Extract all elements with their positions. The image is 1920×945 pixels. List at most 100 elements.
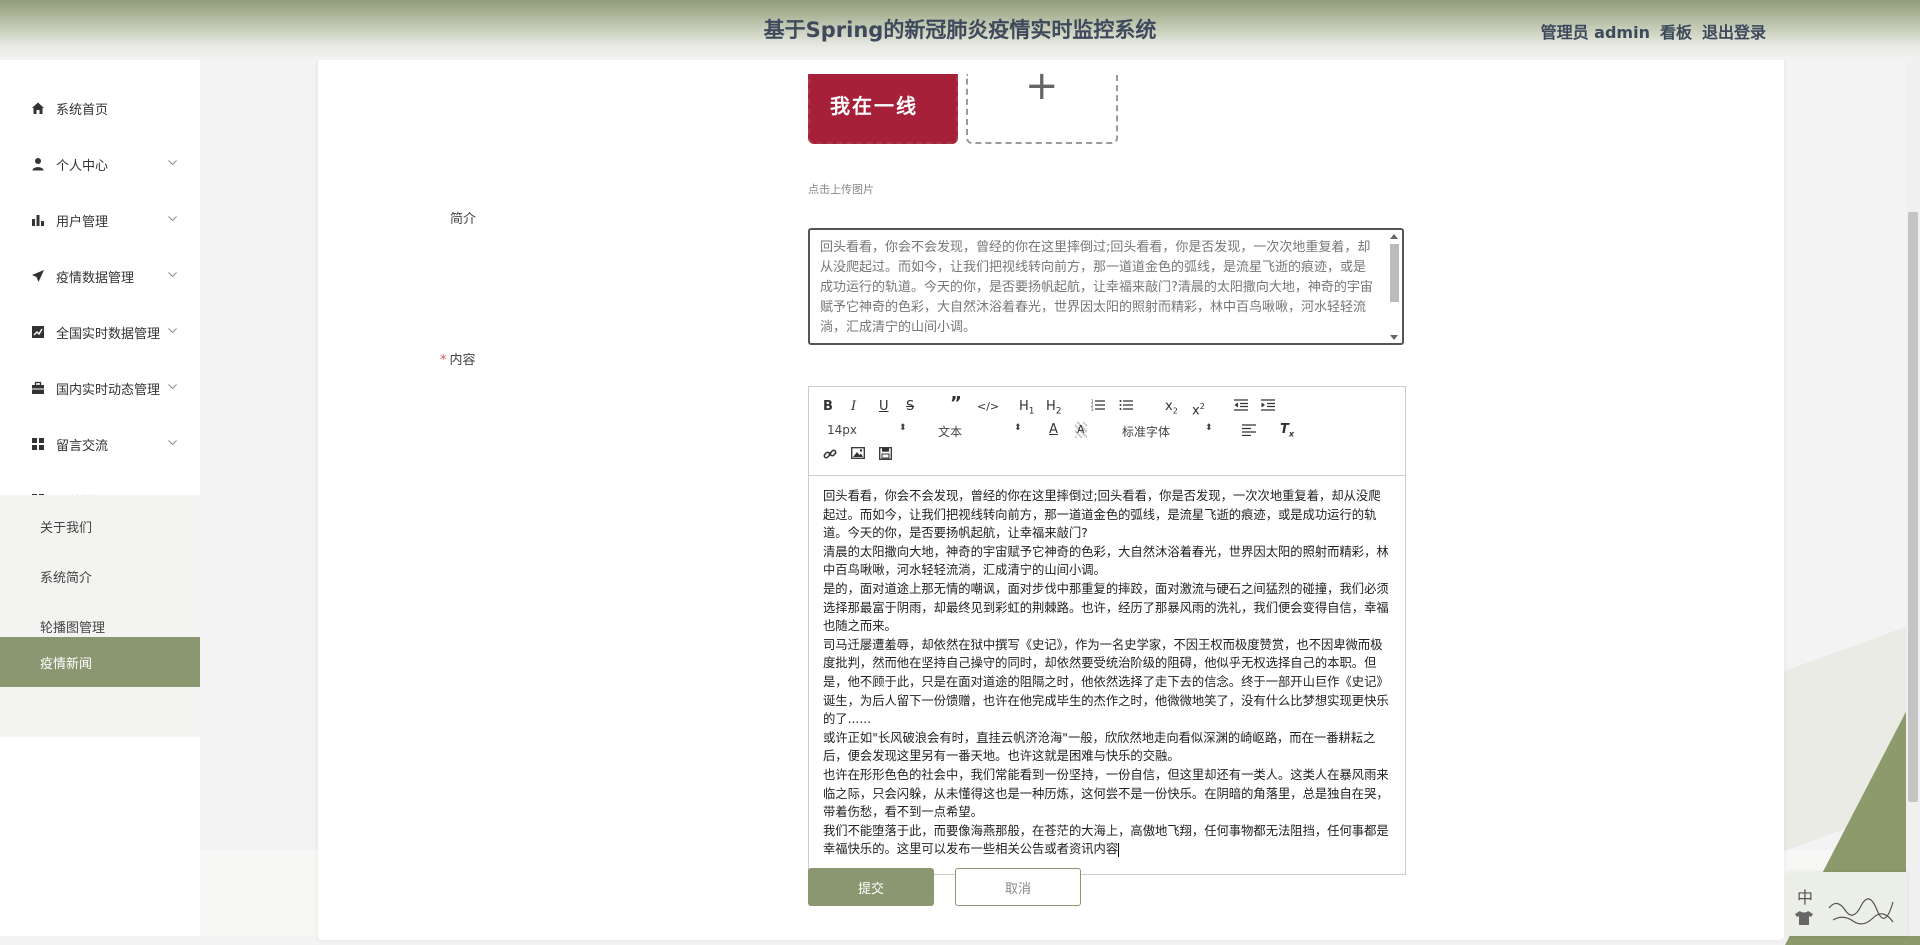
sidebar-item-label: 个人中心 — [56, 158, 109, 174]
bold-icon[interactable]: B — [823, 399, 833, 415]
text-type-select[interactable]: 文本 ⬍ — [938, 423, 1024, 440]
content-paragraph-last: 我们不能堕落于此，而要像海燕那般，在苍茫的大海上，高傲地飞翔，任何事物都无法阻挡… — [823, 822, 1391, 859]
ime-mode-indicator[interactable]: 中 — [1797, 884, 1813, 908]
sidebar-item-label: 用户管理 — [56, 214, 109, 230]
grid-icon — [30, 436, 46, 452]
chevron-down-icon — [168, 272, 177, 280]
editor-toolbar: B I U S ” </> H1 H2 123 x2 x2 14px ⬍ 文本 … — [809, 387, 1405, 476]
ordered-list-icon[interactable]: 123 — [1091, 399, 1105, 416]
user-icon — [30, 156, 46, 172]
chevron-down-icon — [168, 328, 177, 336]
top-header: 基于Spring的新冠肺炎疫情实时监控系统 管理员 admin 看板 退出登录 — [0, 0, 1920, 60]
subscript-icon[interactable]: x2 — [1165, 399, 1178, 420]
heading1-icon[interactable]: H1 — [1019, 399, 1035, 420]
sidebar-subitem-label: 关于我们 — [40, 520, 93, 536]
textarea-scrollbar[interactable] — [1388, 234, 1400, 340]
header-actions: 管理员 admin 看板 退出登录 — [1541, 19, 1766, 43]
svg-text:3: 3 — [1091, 407, 1094, 411]
bullet-list-icon[interactable] — [1119, 399, 1133, 416]
font-family-select[interactable]: 标准字体 ⬍ — [1122, 423, 1218, 440]
content-paragraph: 是的，面对道途上那无情的嘲讽，面对步伐中那重复的摔跤，面对激流与硬石之间猛烈的碰… — [823, 581, 1389, 634]
image-icon[interactable] — [851, 447, 865, 464]
italic-icon[interactable]: I — [851, 399, 856, 415]
outdent-icon[interactable] — [1234, 399, 1248, 416]
briefcase-icon — [30, 380, 46, 396]
sidebar-item-home[interactable]: 系统首页 — [0, 80, 200, 136]
font-size-select[interactable]: 14px ⬍ — [827, 423, 913, 437]
clear-format-icon[interactable]: Tx — [1280, 422, 1294, 443]
background-color-icon[interactable]: A — [1075, 422, 1087, 438]
home-icon — [30, 100, 46, 116]
font-family-value: 标准字体 — [1122, 425, 1171, 439]
scroll-down-icon[interactable] — [1390, 335, 1398, 340]
select-arrows-icon: ⬍ — [1205, 423, 1213, 433]
sidebar-item-label: 系统首页 — [56, 102, 109, 118]
sidebar-item-label: 国内实时动态管理 — [56, 382, 161, 398]
sidebar-item-domestic-news[interactable]: 国内实时动态管理 — [0, 360, 200, 416]
submit-button[interactable]: 提交 — [808, 868, 934, 906]
uploaded-image-thumbnail[interactable]: 我在一线 — [808, 74, 958, 144]
content-paragraph: 也许在形形色色的社会中，我们常能看到一份坚持，一份自信，但这里却还有一类人。这类… — [823, 767, 1389, 820]
select-arrows-icon: ⬍ — [1014, 423, 1022, 433]
plus-icon: + — [1025, 63, 1059, 109]
logout-link[interactable]: 退出登录 — [1702, 19, 1766, 43]
blockquote-icon[interactable]: ” — [950, 395, 962, 413]
editor-content[interactable]: 回头看看，你会不会发现，曾经的你在这里摔倒过;回头看看，你是否发现，一次次地重复… — [823, 487, 1391, 859]
video-icon[interactable] — [879, 447, 892, 465]
dashboard-link[interactable]: 看板 — [1660, 19, 1692, 43]
scroll-up-icon[interactable] — [1390, 234, 1398, 239]
text-type-value: 文本 — [938, 425, 963, 439]
chevron-down-icon — [168, 160, 177, 168]
content-label: * 内容 — [440, 349, 476, 368]
sidebar-subitem-label: 系统简介 — [40, 570, 93, 586]
current-user-label: 管理员 admin — [1540, 23, 1650, 42]
content-paragraph: 我们不能堕落于此，而要像海燕那般，在苍茫的大海上，高傲地飞翔，任何事物都无法阻挡… — [823, 823, 1389, 857]
chevron-down-icon — [168, 384, 177, 392]
sidebar-item-users[interactable]: 用户管理 — [0, 192, 200, 248]
thumbnail-text: 我在一线 — [830, 94, 918, 118]
content-label-text: 内容 — [449, 353, 476, 368]
upload-hint: 点击上传图片 — [808, 183, 874, 196]
page-scroll-thumb[interactable] — [1908, 212, 1918, 802]
link-icon[interactable] — [823, 447, 837, 466]
font-size-value: 14px — [827, 423, 857, 437]
summary-textarea[interactable]: 回头看看，你会不会发现，曾经的你在这里摔倒过;回头看看，你是否发现，一次次地重复… — [808, 228, 1404, 345]
scroll-thumb[interactable] — [1390, 244, 1399, 302]
cancel-button[interactable]: 取消 — [955, 868, 1081, 906]
sidebar-subitem-label: 疫情新闻 — [40, 656, 93, 672]
sidebar-item-messages[interactable]: 留言交流 — [0, 416, 200, 472]
ime-toolbar[interactable]: 中 — [1787, 872, 1907, 936]
line-chart-icon — [30, 324, 46, 340]
indent-icon[interactable] — [1261, 399, 1275, 416]
code-icon[interactable]: </> — [977, 399, 999, 415]
underline-icon[interactable]: U — [879, 399, 889, 415]
superscript-icon[interactable]: x2 — [1192, 399, 1205, 419]
chevron-down-icon — [168, 216, 177, 224]
font-color-icon[interactable]: A — [1049, 422, 1058, 438]
sidebar-subitem-about[interactable]: 关于我们 — [0, 501, 200, 551]
sidebar-item-national-data[interactable]: 全国实时数据管理 — [0, 304, 200, 360]
bar-chart-icon — [30, 212, 46, 228]
select-arrows-icon: ⬍ — [899, 423, 907, 433]
text-caret — [1118, 842, 1120, 857]
skin-icon[interactable] — [1795, 910, 1813, 925]
sidebar-item-label: 疫情数据管理 — [56, 270, 135, 286]
sidebar-subitem-intro[interactable]: 系统简介 — [0, 551, 200, 601]
sidebar-item-personal[interactable]: 个人中心 — [0, 136, 200, 192]
sidebar-item-label: 留言交流 — [56, 438, 109, 454]
chevron-down-icon — [168, 440, 177, 448]
content-paragraph: 或许正如"长风破浪会有时，直挂云帆济沧海"一般，欣欣然地走向看似深渊的崎岖路，而… — [823, 730, 1376, 764]
heading2-icon[interactable]: H2 — [1046, 399, 1062, 420]
content-paragraph: 回头看看，你会不会发现，曾经的你在这里摔倒过;回头看看，你是否发现，一次次地重复… — [823, 489, 1381, 541]
sidebar-subitem-news[interactable]: 疫情新闻 — [0, 637, 200, 687]
required-mark: * — [440, 353, 447, 368]
image-upload-button[interactable]: + — [966, 66, 1118, 144]
align-icon[interactable] — [1242, 424, 1256, 441]
handwriting-icon[interactable] — [1827, 888, 1899, 928]
page-scrollbar[interactable] — [1906, 0, 1920, 936]
sidebar-item-epidemic-data[interactable]: 疫情数据管理 — [0, 248, 200, 304]
sidebar: 系统首页 个人中心 用户管理 疫情数据管理 全国实时数据管理 国内实时动态管理 — [0, 60, 200, 936]
send-icon — [30, 268, 46, 284]
rich-text-editor: B I U S ” </> H1 H2 123 x2 x2 14px ⬍ 文本 … — [808, 386, 1406, 875]
strikethrough-icon[interactable]: S — [906, 399, 914, 415]
